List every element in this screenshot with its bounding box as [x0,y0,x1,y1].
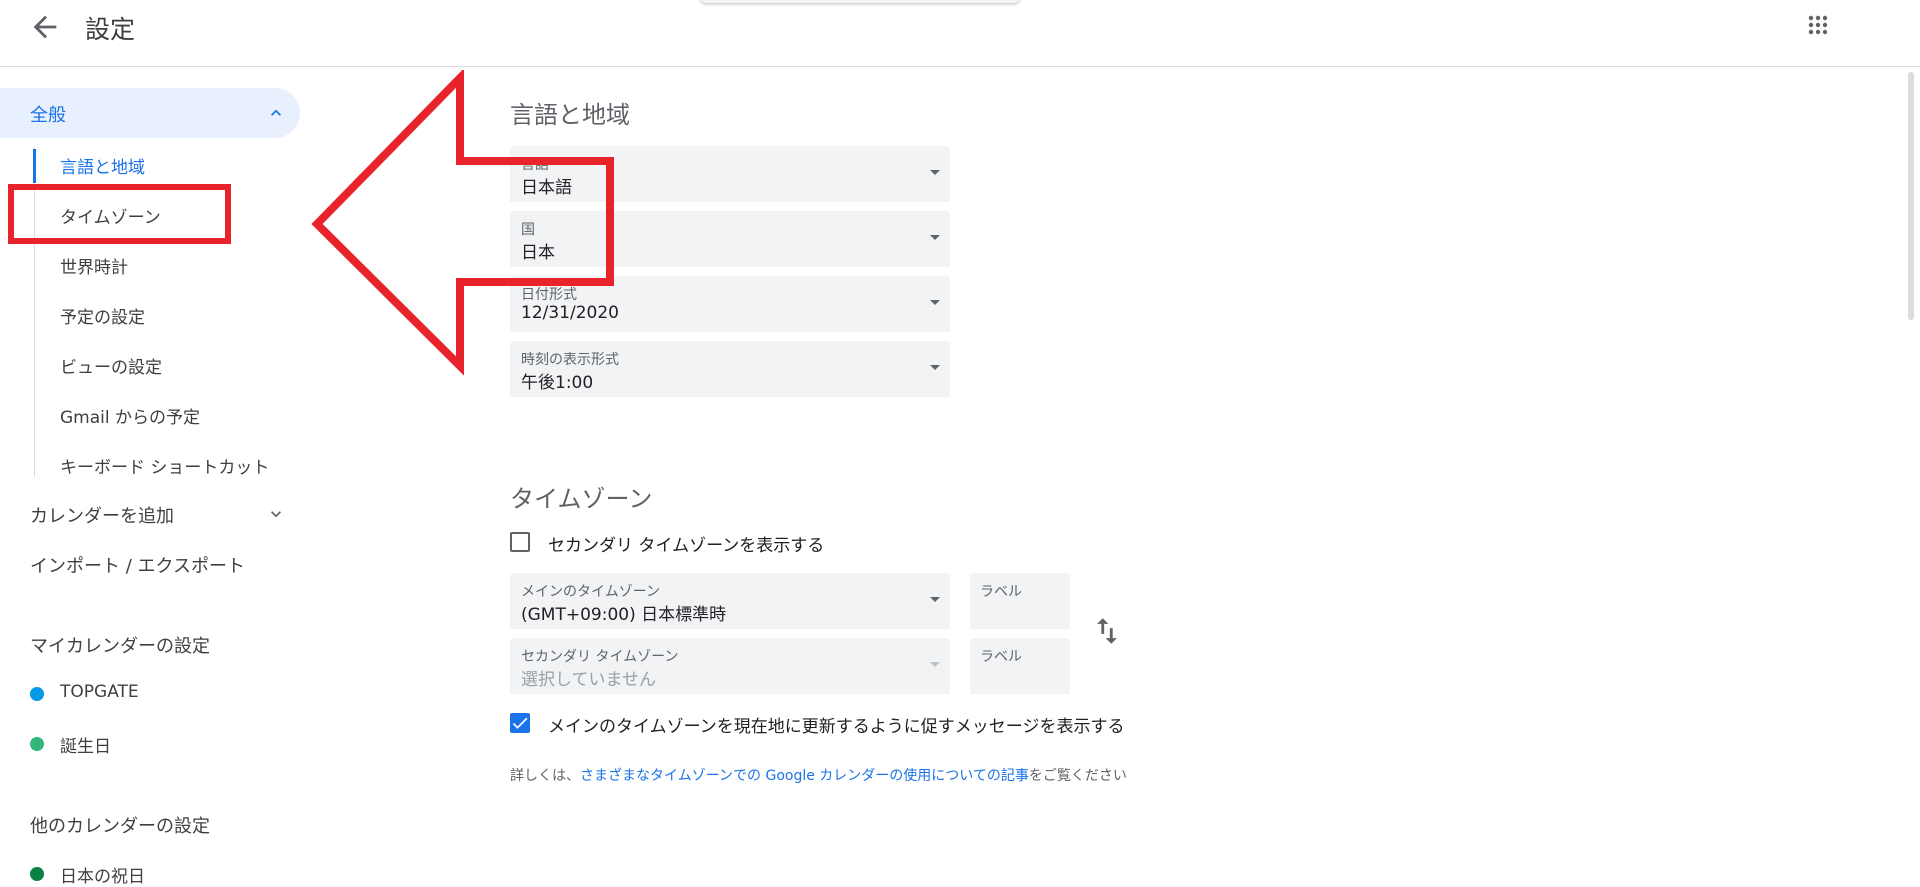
sidebar-item-view-settings[interactable]: ビューの設定 [60,353,162,378]
chevron-up-icon [271,109,281,116]
dropdown-arrow-icon [930,662,940,667]
dropdown-arrow-icon [930,597,940,602]
secondary-timezone-value: 選択していません [521,670,656,690]
label-field-caption: ラベル [980,584,1022,600]
primary-timezone-select[interactable]: メインのタイムゾーン (GMT+09:00) 日本標準時 [510,573,950,629]
dropdown-arrow-icon [930,235,940,240]
settings-header: 設定 [0,0,1920,67]
primary-timezone-label: メインのタイムゾーン [521,584,661,600]
settings-main: 言語と地域 言語 日本語 国 日本 日付形式 12/31/2020 時刻の表示形… [470,66,1890,875]
secondary-timezone-select[interactable]: セカンダリ タイムゾーン 選択していません [510,638,950,694]
primary-timezone-value: (GMT+09:00) 日本標準時 [521,605,727,625]
help-text-suffix: をご覧ください [1028,768,1127,784]
scrollbar-thumb[interactable] [1908,72,1914,320]
sidebar-item-language-region[interactable]: 言語と地域 [60,153,145,178]
dropdown-arrow-icon [930,300,940,305]
sidebar-item-world-clock[interactable]: 世界時計 [60,253,128,278]
label-field-caption: ラベル [980,649,1022,665]
page-title: 設定 [85,15,136,44]
calendar-color-dot [30,867,44,881]
apps-button[interactable] [1806,13,1830,37]
subnav-active-indicator [33,149,36,183]
swap-vert-icon [1097,618,1117,644]
chevron-down-icon [271,511,281,518]
show-secondary-timezone-checkbox[interactable] [510,532,530,552]
annotation-arrow-icon [311,70,614,376]
timezone-help-text: 詳しくは、さまざまなタイムゾーンでの Google カレンダーの使用についての記… [510,765,1127,785]
sidebar-item-event-settings[interactable]: 予定の設定 [60,303,145,328]
other-calendars-header: 他のカレンダーの設定 [30,816,210,837]
dropdown-arrow-icon [930,170,940,175]
nav-general[interactable]: 全般 [0,88,300,138]
nav-import-export[interactable]: インポート / エクスポート [30,552,245,578]
help-text-prefix: 詳しくは、 [510,768,580,784]
nav-add-calendar-label: カレンダーを追加 [30,506,174,527]
timezone-help-link[interactable]: さまざまなタイムゾーンでの Google カレンダーの使用についての記事 [580,768,1029,784]
back-button[interactable] [28,10,62,44]
my-calendars-header: マイカレンダーの設定 [30,636,210,657]
calendar-item-label: 誕生日 [60,737,111,757]
top-tab-handle [700,0,1020,3]
calendar-item-label: TOPGATE [60,682,139,702]
secondary-timezone-label: セカンダリ タイムゾーン [521,649,679,665]
check-icon [512,717,528,729]
secondary-timezone-label-input[interactable]: ラベル [970,638,1070,694]
apps-grid-icon [1808,15,1828,35]
annotation-highlight-box [8,184,231,244]
arrow-back-icon [33,15,57,39]
sidebar-item-gmail-events[interactable]: Gmail からの予定 [60,403,200,428]
nav-add-calendar[interactable]: カレンダーを追加 [30,502,281,528]
swap-timezones-button[interactable] [1090,614,1124,648]
show-secondary-timezone-label: セカンダリ タイムゾーンを表示する [548,536,825,556]
calendar-color-dot [30,737,44,751]
calendar-color-dot [30,687,44,701]
dropdown-arrow-icon [930,365,940,370]
ask-update-timezone-label: メインのタイムゾーンを現在地に更新するように促すメッセージを表示する [548,717,1125,737]
sidebar-item-keyboard-shortcuts[interactable]: キーボード ショートカット [60,453,269,478]
ask-update-timezone-checkbox[interactable] [510,713,530,733]
primary-timezone-label-input[interactable]: ラベル [970,573,1070,629]
section-title-timezone: タイムゾーン [510,485,653,513]
nav-general-label: 全般 [30,105,66,126]
